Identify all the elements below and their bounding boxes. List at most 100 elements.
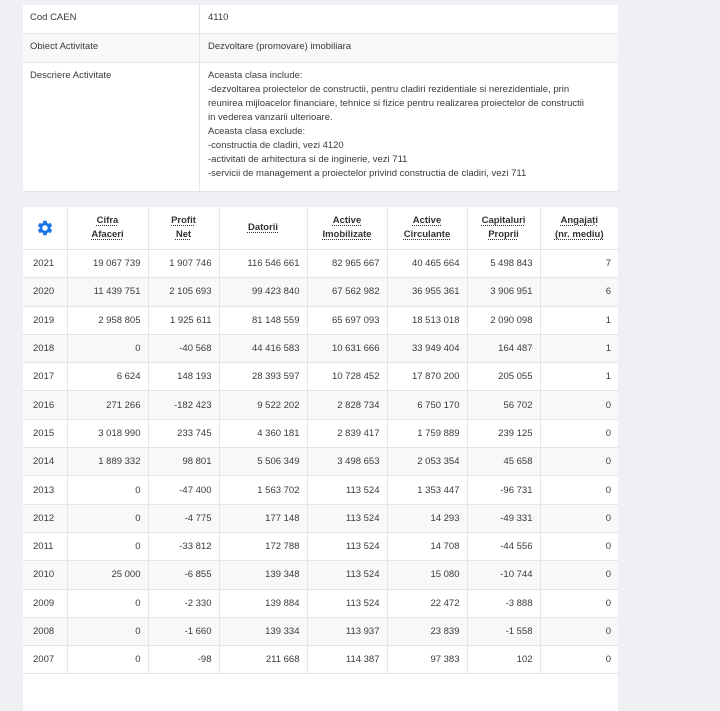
value-cell: 99 423 840 (219, 277, 308, 307)
value-cell: 97 383 (387, 645, 468, 675)
value-cell: 211 668 (219, 645, 308, 675)
col-header-active-imobilizate[interactable]: Active Imobilizate (307, 207, 388, 250)
value-cell: 3 018 990 (67, 419, 149, 449)
table-row: 2008 0 -1 660 139 334 113 937 23 839 -1 558 0 (23, 617, 618, 647)
info-row-cod-caen: Cod CAEN 4110 (23, 5, 618, 34)
value-cell: 45 658 (467, 447, 541, 477)
year-cell: 2021 (23, 249, 68, 279)
table-row: 2020 11 439 751 2 105 693 99 423 840 67 562 … (23, 277, 618, 307)
value-cell: 14 708 (387, 532, 468, 562)
value-cell: 113 524 (307, 589, 388, 618)
col-header-active-circulante[interactable]: Active Circulante (387, 207, 468, 250)
value-cell: 6 624 (67, 362, 149, 392)
value-cell: 19 067 739 (67, 249, 149, 279)
header-row: Cifra Afaceri Profit Net Datorii Active Imo… (23, 207, 618, 250)
description-line: -servicii de management a proiectelor pr… (208, 168, 527, 179)
settings-button[interactable] (23, 207, 68, 250)
value-cell: 0 (67, 645, 149, 675)
value-cell: 1 563 702 (219, 475, 308, 505)
info-label: Descriere Activitate (23, 63, 200, 191)
info-row-descriere-activitate: Descriere Activitate Aceasta clasa inclu… (23, 63, 618, 192)
value-cell: 113 524 (307, 504, 388, 533)
year-cell: 2018 (23, 334, 68, 364)
value-cell: 114 387 (307, 645, 388, 675)
value-cell: 3 498 653 (307, 447, 388, 477)
value-cell: 172 788 (219, 532, 308, 562)
year-cell: 2012 (23, 504, 68, 533)
value-cell: 65 697 093 (307, 306, 388, 335)
description-line: -dezvoltarea proiectelor de constructii,… (208, 84, 570, 95)
value-cell: -98 (148, 645, 220, 675)
info-label: Cod CAEN (23, 5, 200, 33)
value-cell: 5 506 349 (219, 447, 308, 477)
info-label: Obiect Activitate (23, 34, 200, 62)
value-cell: 1 759 889 (387, 419, 468, 449)
value-cell: -1 558 (467, 617, 541, 647)
value-cell: 0 (67, 617, 149, 647)
value-cell: 0 (540, 645, 618, 675)
value-cell: 0 (540, 504, 618, 533)
value-cell: 22 472 (387, 589, 468, 618)
col-header-cifra-afaceri[interactable]: Cifra Afaceri (67, 207, 149, 250)
value-cell: 15 080 (387, 560, 468, 590)
table-row: 2011 0 -33 812 172 788 113 524 14 708 -44 556 0 (23, 532, 618, 562)
description-line: -activitati de arhitectura si de inginer… (208, 154, 408, 165)
description-line: Aceasta clasa exclude: (208, 126, 306, 137)
col-header-profit-net[interactable]: Profit Net (148, 207, 220, 250)
col-header-angajati[interactable]: Angajați (nr. mediu) (540, 207, 618, 250)
value-cell: -1 660 (148, 617, 220, 647)
value-cell: 2 958 805 (67, 306, 149, 335)
value-cell: 113 524 (307, 560, 388, 590)
value-cell: 205 055 (467, 362, 541, 392)
value-cell: 116 546 661 (219, 249, 308, 279)
table-row: 2007 0 -98 211 668 114 387 97 383 102 0 (23, 645, 618, 675)
value-cell: 2 105 693 (148, 277, 220, 307)
value-cell: 67 562 982 (307, 277, 388, 307)
value-cell: -182 423 (148, 390, 220, 420)
value-cell: 233 745 (148, 419, 220, 449)
value-cell: 0 (67, 475, 149, 505)
value-cell: 139 884 (219, 589, 308, 618)
value-cell: 0 (540, 475, 618, 505)
value-cell: 10 631 666 (307, 334, 388, 364)
value-cell: 164 487 (467, 334, 541, 364)
value-cell: 139 334 (219, 617, 308, 647)
value-cell: 2 090 098 (467, 306, 541, 335)
value-cell: 9 522 202 (219, 390, 308, 420)
value-cell: 3 906 951 (467, 277, 541, 307)
col-header-capitaluri-proprii[interactable]: Capitaluri Proprii (467, 207, 541, 250)
financial-table-body: 2021 19 067 739 1 907 746 116 546 661 82 965… (23, 249, 618, 675)
table-row: 2019 2 958 805 1 925 611 81 148 559 65 697 0… (23, 306, 618, 335)
value-cell: 33 949 404 (387, 334, 468, 364)
table-row: 2021 19 067 739 1 907 746 116 546 661 82 965… (23, 249, 618, 279)
year-cell: 2019 (23, 306, 68, 335)
value-cell: 1 (540, 362, 618, 392)
value-cell: 36 955 361 (387, 277, 468, 307)
year-cell: 2013 (23, 475, 68, 505)
value-cell: 0 (540, 617, 618, 647)
value-cell: 148 193 (148, 362, 220, 392)
value-cell: 271 266 (67, 390, 149, 420)
value-cell: 0 (67, 532, 149, 562)
value-cell: 1 (540, 306, 618, 335)
value-cell: 18 513 018 (387, 306, 468, 335)
gear-icon (37, 220, 52, 236)
value-cell: 14 293 (387, 504, 468, 533)
value-cell: 25 000 (67, 560, 149, 590)
value-cell: 113 937 (307, 617, 388, 647)
value-cell: 17 870 200 (387, 362, 468, 392)
value-cell: -96 731 (467, 475, 541, 505)
value-cell: 0 (67, 504, 149, 533)
value-cell: 139 348 (219, 560, 308, 590)
value-cell: -33 812 (148, 532, 220, 562)
year-cell: 2007 (23, 645, 68, 675)
table-row: 2014 1 889 332 98 801 5 506 349 3 498 653 2 0… (23, 447, 618, 477)
value-cell: 10 728 452 (307, 362, 388, 392)
year-cell: 2009 (23, 589, 68, 618)
activity-info-card: Cod CAEN 4110 Obiect Activitate Dezvolta… (23, 5, 618, 192)
info-row-obiect-activitate: Obiect Activitate Dezvoltare (promovare)… (23, 34, 618, 63)
value-cell: 0 (67, 589, 149, 618)
col-header-datorii[interactable]: Datorii (219, 207, 308, 250)
table-row: 2009 0 -2 330 139 884 113 524 22 472 -3 888 0 (23, 589, 618, 618)
value-cell: 2 828 734 (307, 390, 388, 420)
